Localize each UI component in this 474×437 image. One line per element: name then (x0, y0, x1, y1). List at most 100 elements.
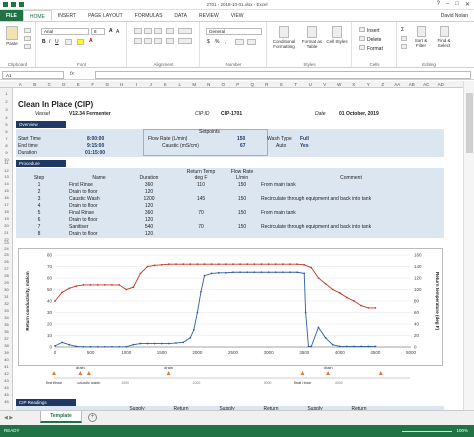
row-header[interactable]: 43 (0, 378, 13, 383)
column-header[interactable]: R (260, 81, 275, 88)
tab-page-layout[interactable]: PAGE LAYOUT (82, 10, 129, 21)
column-header[interactable]: U (303, 81, 318, 88)
row-header[interactable]: 1 (0, 91, 13, 96)
row-header[interactable]: 21 (0, 230, 13, 235)
fill-color-icon[interactable] (77, 39, 84, 45)
column-header[interactable]: J (144, 81, 159, 88)
column-header[interactable]: B (28, 81, 43, 88)
tab-file[interactable]: FILE (0, 10, 23, 21)
column-header[interactable]: S (274, 81, 289, 88)
decrease-decimal-icon[interactable] (247, 39, 256, 45)
column-header[interactable]: W (332, 81, 347, 88)
column-header[interactable]: N (202, 81, 217, 88)
row-header[interactable]: 40 (0, 357, 13, 362)
column-header[interactable]: X (347, 81, 362, 88)
column-header[interactable]: H (115, 81, 130, 88)
formula-input[interactable] (95, 71, 471, 79)
row-header[interactable]: 28 (0, 273, 13, 278)
shrink-font-icon[interactable]: A (116, 29, 119, 35)
row-header[interactable]: 11 (0, 160, 13, 165)
row-header[interactable]: 19 (0, 216, 13, 221)
row-header[interactable]: 25 (0, 252, 13, 257)
row-header[interactable]: 18 (0, 209, 13, 214)
row-header[interactable]: 44 (0, 385, 13, 390)
bold-icon[interactable]: B (42, 39, 46, 45)
column-header[interactable]: AB (405, 81, 420, 88)
maximize-button[interactable]: □ (455, 1, 459, 8)
border-icon[interactable] (65, 39, 72, 45)
user-name[interactable]: David Nolan (435, 10, 474, 21)
row-header[interactable]: 27 (0, 266, 13, 271)
cell-styles-button[interactable]: Cell Styles (325, 26, 349, 44)
help-button[interactable]: ? (437, 1, 440, 8)
worksheet[interactable]: Clean In Place (CIP) Vessel V12.34 Ferme… (13, 88, 461, 410)
row-header[interactable]: 4 (0, 115, 13, 120)
column-header[interactable]: D (57, 81, 72, 88)
font-size-select[interactable]: 8 (91, 28, 105, 35)
column-header[interactable]: AC (419, 81, 434, 88)
format-cells-button[interactable]: Format (359, 45, 383, 52)
row-header[interactable]: 9 (0, 150, 13, 155)
row-header[interactable]: 33 (0, 308, 13, 313)
row-header[interactable]: 23 (0, 240, 13, 245)
conditional-formatting-button[interactable]: Conditional Formatting (270, 26, 298, 49)
column-header[interactable]: F (86, 81, 101, 88)
italic-icon[interactable]: I (49, 39, 50, 45)
column-header[interactable]: Z (376, 81, 391, 88)
number-format-select[interactable]: General (206, 28, 262, 35)
align-bottom-icon[interactable] (154, 28, 162, 34)
tab-data[interactable]: DATA (168, 10, 193, 21)
find-select-button[interactable]: Find & Select (433, 26, 455, 48)
fx-icon[interactable]: fx (70, 71, 74, 77)
column-header[interactable]: AD (434, 81, 449, 88)
row-header[interactable]: 8 (0, 143, 13, 148)
row-header[interactable]: 45 (0, 392, 13, 397)
row-header[interactable]: 24 (0, 246, 13, 251)
tab-formulas[interactable]: FORMULAS (129, 10, 169, 21)
merge-center-icon[interactable] (178, 38, 192, 44)
sheet-tab-template[interactable]: Template (40, 411, 82, 423)
column-header[interactable]: V (318, 81, 333, 88)
paste-button[interactable]: Paste (4, 26, 20, 46)
column-header[interactable]: T (289, 81, 304, 88)
insert-cells-button[interactable]: Insert (359, 27, 380, 34)
vertical-scrollbar[interactable] (463, 81, 474, 410)
row-header[interactable]: 37 (0, 336, 13, 341)
row-header[interactable]: 46 (0, 399, 13, 404)
minimize-button[interactable]: – (446, 1, 449, 8)
column-header[interactable]: M (187, 81, 202, 88)
format-painter-icon[interactable] (24, 44, 31, 49)
scroll-thumb[interactable] (466, 93, 473, 153)
row-header[interactable]: 3 (0, 107, 13, 112)
column-header[interactable]: K (158, 81, 173, 88)
increase-decimal-icon[interactable] (235, 39, 244, 45)
clear-icon[interactable] (401, 44, 407, 49)
row-header[interactable]: 30 (0, 287, 13, 292)
row-header[interactable]: 31 (0, 294, 13, 299)
font-name-select[interactable]: Arial (41, 28, 89, 35)
column-header[interactable]: O (216, 81, 231, 88)
column-header[interactable]: P (231, 81, 246, 88)
font-color-icon[interactable]: A (89, 38, 93, 44)
indent-icon[interactable] (166, 38, 174, 44)
row-header[interactable]: 29 (0, 280, 13, 285)
add-sheet-button[interactable]: + (88, 413, 97, 422)
wrap-text-icon[interactable] (178, 28, 192, 34)
row-header[interactable]: 20 (0, 223, 13, 228)
copy-icon[interactable] (24, 36, 31, 41)
delete-cells-button[interactable]: Delete (359, 36, 381, 43)
row-header[interactable]: 14 (0, 181, 13, 186)
align-middle-icon[interactable] (144, 28, 152, 34)
cip-chart[interactable]: 0 10 20 30 40 50 60 70 80 0 20 40 60 80 100 120 140 160 0 5… (18, 248, 443, 366)
format-as-table-button[interactable]: Format as Table (299, 26, 325, 49)
column-header[interactable]: G (100, 81, 115, 88)
row-header[interactable]: 36 (0, 329, 13, 334)
align-right-icon[interactable] (154, 38, 162, 44)
tab-home[interactable]: HOME (22, 10, 52, 21)
align-top-icon[interactable] (134, 28, 142, 34)
cut-icon[interactable] (24, 28, 31, 33)
row-header[interactable]: 12 (0, 168, 13, 173)
column-header[interactable]: A (13, 81, 28, 88)
underline-icon[interactable]: U (55, 39, 59, 45)
zoom-slider[interactable] (402, 431, 452, 432)
